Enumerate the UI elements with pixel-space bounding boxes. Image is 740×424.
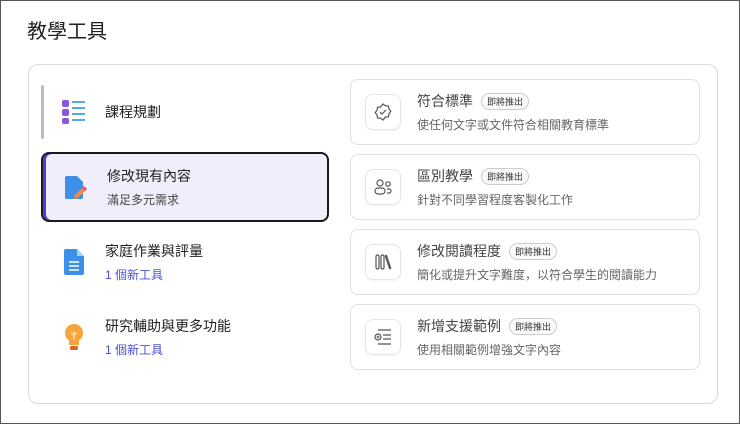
tool-description: 使用相關範例增強文字內容: [417, 343, 562, 357]
tool-title: 新增支援範例: [417, 318, 501, 334]
tool-title: 修改閱讀程度: [417, 243, 501, 259]
tool-title: 符合標準: [417, 93, 473, 109]
add-list-icon: [365, 319, 401, 355]
lightbulb-icon: [59, 323, 89, 351]
tool-description: 簡化或提升文字難度，以符合學生的閱讀能力: [417, 268, 658, 282]
category-label: 修改現有內容: [107, 168, 191, 184]
people-icon: [365, 169, 401, 205]
books-icon: [365, 244, 401, 280]
category-sublabel: 1 個新工具: [105, 268, 164, 282]
badge-check-icon: [365, 94, 401, 130]
category-sublabel: 滿足多元需求: [107, 193, 180, 207]
coming-soon-badge: 即將推出: [481, 92, 530, 110]
tool-reading-level[interactable]: 修改閱讀程度 即將推出簡化或提升文字難度，以符合學生的閱讀能力: [350, 229, 700, 295]
window: 教學工具 課程規劃 修改現有內容 滿足多元需求 家庭作業與評量 1 個新工具 研究輔…: [0, 0, 740, 424]
coming-soon-badge: 即將推出: [481, 167, 530, 185]
tool-align-standards[interactable]: 符合標準 即將推出使任何文字或文件符合相關教育標準: [350, 79, 700, 145]
category-research-more[interactable]: 研究輔助與更多功能 1 個新工具: [41, 302, 329, 372]
list-icon: [59, 99, 89, 125]
category-label: 課程規劃: [105, 104, 161, 120]
coming-soon-badge: 即將推出: [509, 242, 558, 260]
tool-differentiate[interactable]: 區別教學 即將推出針對不同學習程度客製化工作: [350, 154, 700, 220]
edit-document-icon: [61, 174, 91, 200]
tool-description: 針對不同學習程度客製化工作: [417, 193, 574, 207]
category-homework-assessment[interactable]: 家庭作業與評量 1 個新工具: [41, 227, 329, 297]
category-sublabel: 1 個新工具: [105, 343, 164, 357]
document-icon: [59, 248, 89, 276]
tool-add-examples[interactable]: 新增支援範例 即將推出使用相關範例增強文字內容: [350, 304, 700, 370]
tool-title: 區別教學: [417, 168, 473, 184]
category-modify-content[interactable]: 修改現有內容 滿足多元需求: [41, 152, 329, 222]
page-title: 教學工具: [27, 21, 107, 43]
tool-description: 使任何文字或文件符合相關教育標準: [417, 118, 610, 132]
coming-soon-badge: 即將推出: [509, 317, 558, 335]
category-label: 研究輔助與更多功能: [105, 318, 231, 334]
category-label: 家庭作業與評量: [105, 243, 203, 259]
category-course-planning[interactable]: 課程規劃: [41, 77, 329, 147]
